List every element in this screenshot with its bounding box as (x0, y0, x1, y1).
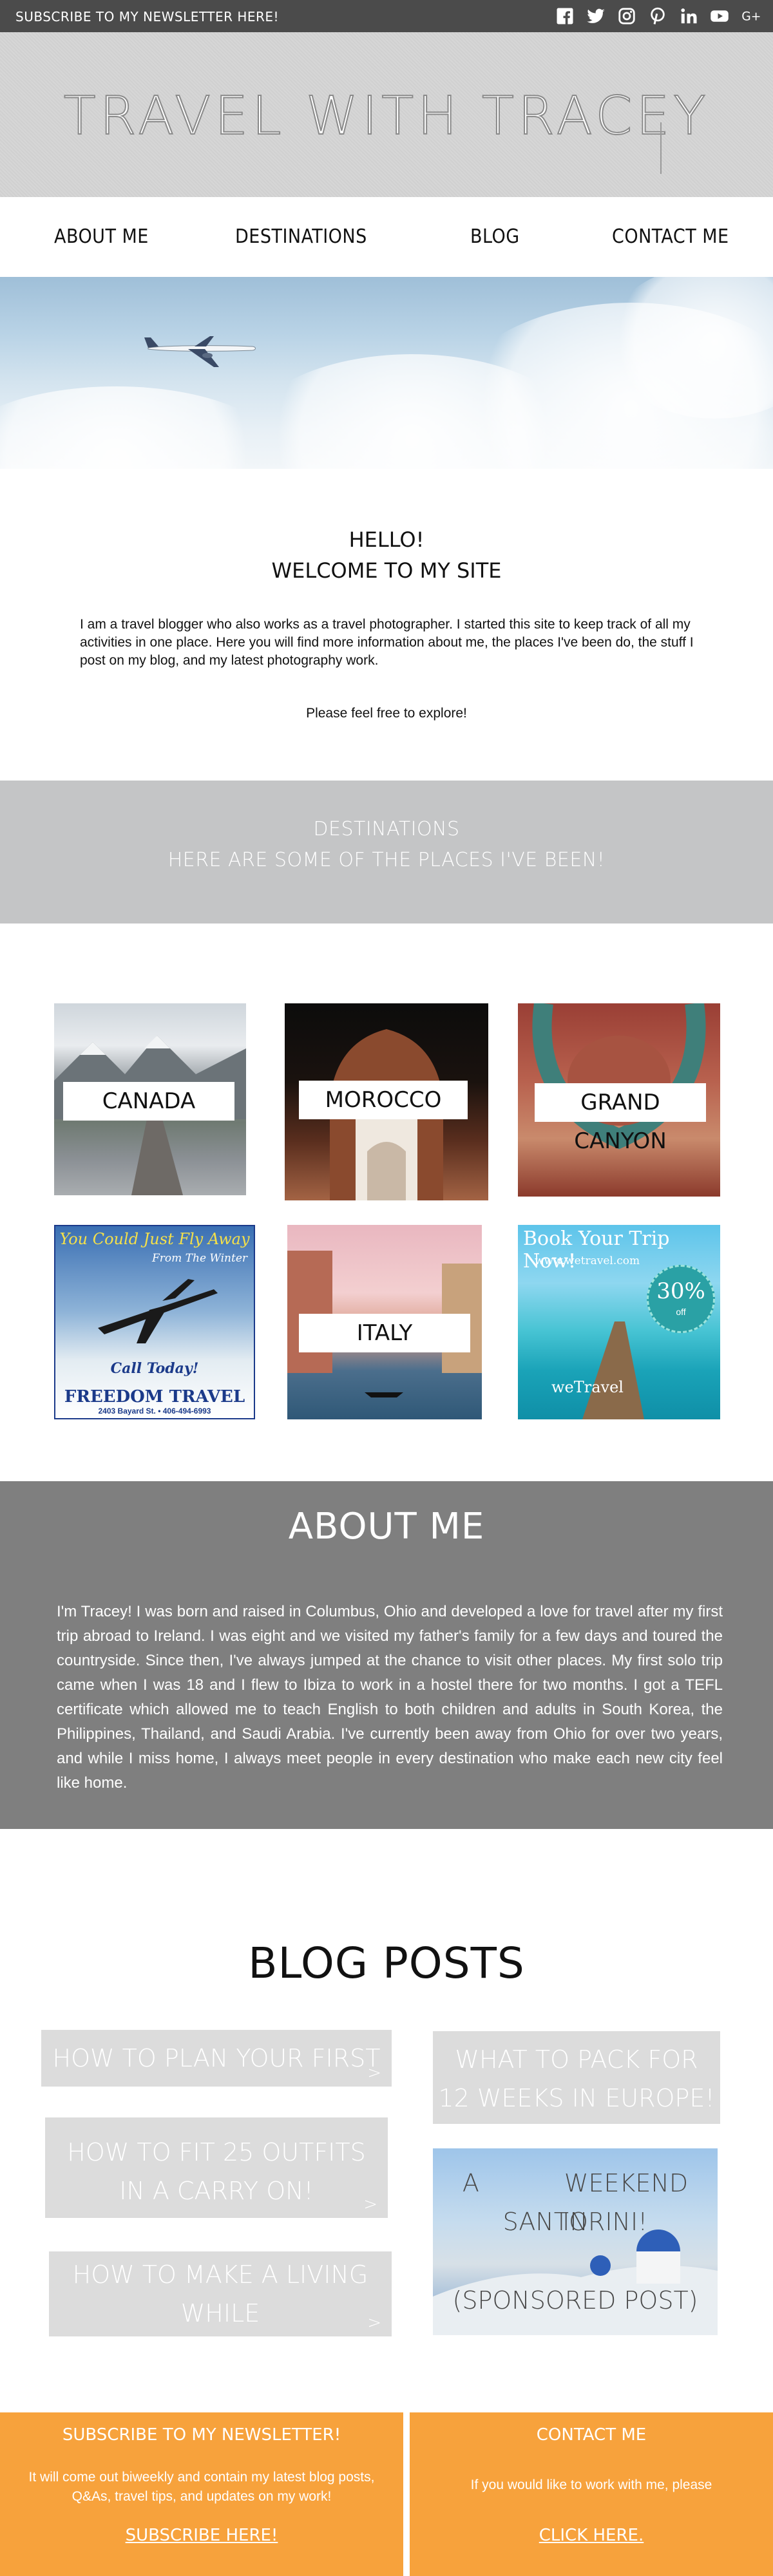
nav-destinations[interactable]: DESTINATIONS (235, 225, 367, 248)
tile-label-grand-canyon: GRAND CANYON (535, 1083, 706, 1154)
newsletter-desc-line2: Q&As, travel tips, and updates on my wor… (72, 2489, 332, 2504)
post-title-line2: TRAVELING. (148, 2338, 292, 2366)
contact-title: CONTACT ME (536, 2425, 647, 2445)
post-title-line1: WHAT TO PACK FOR (455, 2045, 698, 2074)
nav-about-me[interactable]: ABOUT ME (54, 225, 149, 248)
destinations-banner: DESTINATIONS HERE ARE SOME OF THE PLACES… (0, 781, 773, 923)
ad-cta: Call Today! (110, 1360, 199, 1377)
blog-post-santorini[interactable]: A WEEKEND IN SANTORINI! (SPONSORED POST) (433, 2148, 718, 2335)
google-plus-icon[interactable]: G+ (740, 5, 761, 27)
ad-headline: You Could Just Fly Away (59, 1230, 250, 1248)
site-header: TRAVEL WITH TRACEY (0, 32, 773, 197)
chevron-right-icon: > (363, 2195, 377, 2214)
chevron-right-icon: > (367, 2063, 381, 2083)
ad-freedom-travel[interactable]: You Could Just Fly Away From The Winter … (54, 1225, 255, 1419)
sponsored-label: (SPONSORED POST) (452, 2286, 698, 2315)
newsletter-desc-line1: It will come out biweekly and contain my… (28, 2470, 375, 2485)
destination-tiles: CANADA MOROCCO GRAND CANYON You Could Ju… (0, 923, 773, 1481)
destination-tile-grand-canyon[interactable]: GRAND CANYON (518, 1003, 720, 1197)
twitter-icon[interactable] (585, 5, 607, 27)
social-links: G+ (554, 5, 761, 27)
tile-label-italy: ITALY (299, 1314, 470, 1352)
nav-contact-me[interactable]: CONTACT ME (612, 225, 729, 248)
newsletter-title: SUBSCRIBE TO MY NEWSLETTER! (62, 2425, 341, 2445)
blog-heading: BLOG POSTS (248, 1938, 525, 1988)
blog-post-make-a-living[interactable]: HOW TO MAKE A LIVING WHILE TRAVELING. > (49, 2251, 392, 2366)
contact-link[interactable]: CLICK HERE. (410, 2526, 773, 2545)
post-title-line1: HOW TO MAKE A LIVING WHILE (72, 2260, 368, 2327)
pinterest-icon[interactable] (647, 5, 669, 27)
blog-section: BLOG POSTS HOW TO PLAN YOUR FIRST TRIP! … (0, 1829, 773, 2412)
post-title-line2: SANTORINI! (502, 2208, 648, 2236)
blog-post-plan-first-trip[interactable]: HOW TO PLAN YOUR FIRST TRIP! > (41, 2030, 392, 2111)
welcome-heading-hello: HELLO! (348, 527, 425, 552)
ad-subheadline: From The Winter (152, 1252, 248, 1265)
contact-desc: If you would like to work with me, pleas… (470, 2477, 712, 2492)
post-title: HOW TO PLAN YOUR FIRST TRIP! (52, 2044, 381, 2111)
destination-tile-canada[interactable]: CANADA (54, 1003, 246, 1195)
top-bar: SUBSCRIBE TO MY NEWSLETTER HERE! G+ (0, 0, 773, 32)
newsletter-signup-link[interactable]: SUBSCRIBE TO MY NEWSLETTER HERE! (15, 9, 279, 24)
tile-label-canada: CANADA (63, 1082, 234, 1121)
instagram-icon[interactable] (616, 5, 638, 27)
hero-sky-banner (0, 277, 773, 469)
subscribe-link[interactable]: SUBSCRIBE HERE! (0, 2526, 403, 2545)
post-title-line1: HOW TO FIT 25 OUTFITS (67, 2138, 366, 2166)
footer: SUBSCRIBE TO MY NEWSLETTER! It will come… (0, 2412, 773, 2576)
ad-address: 2403 Bayard St. • 406-494-6993 (98, 1406, 211, 1416)
main-navigation: ABOUT ME DESTINATIONS BLOG CONTACT ME (0, 197, 773, 277)
contact-box: CONTACT ME If you would like to work wit… (410, 2412, 773, 2576)
welcome-heading-site: WELCOME TO MY SITE (271, 558, 502, 583)
destination-tile-morocco[interactable]: MOROCCO (285, 1003, 488, 1200)
svg-text:G+: G+ (741, 10, 760, 23)
about-section: ABOUT ME I'm Tracey! I was born and rais… (0, 1481, 773, 1829)
newsletter-box: SUBSCRIBE TO MY NEWSLETTER! It will come… (0, 2412, 403, 2576)
destination-tile-italy[interactable]: ITALY (287, 1225, 482, 1419)
blog-post-what-to-pack[interactable]: WHAT TO PACK FOR 12 WEEKS IN EUROPE! (433, 2031, 720, 2124)
destinations-heading: DESTINATIONS (313, 818, 460, 840)
youtube-icon[interactable] (709, 5, 730, 27)
post-title-line2: 12 WEEKS IN EUROPE! (438, 2084, 715, 2112)
ad-brand: weTravel (551, 1378, 624, 1396)
ad-company-name: FREEDOM TRAVEL (64, 1387, 245, 1406)
airplane-icon (144, 336, 256, 367)
explore-text: Please feel free to explore! (306, 706, 467, 721)
cloud (0, 386, 283, 469)
linkedin-icon[interactable] (678, 5, 700, 27)
blog-post-25-outfits[interactable]: HOW TO FIT 25 OUTFITS IN A CARRY ON! > (45, 2117, 388, 2218)
about-body-text: I'm Tracey! I was born and raised in Col… (57, 1603, 723, 1792)
post-title-line2: IN A CARRY ON! (119, 2177, 314, 2205)
about-heading: ABOUT ME (288, 1506, 485, 1548)
facebook-icon[interactable] (554, 5, 576, 27)
nav-blog[interactable]: BLOG (470, 225, 520, 248)
title-underline-flourish (660, 122, 662, 174)
welcome-section: HELLO! WELCOME TO MY SITE I am a travel … (0, 469, 773, 781)
destinations-subheading: HERE ARE SOME OF THE PLACES I'VE BEEN! (167, 849, 606, 871)
tile-label-morocco: MOROCCO (299, 1081, 468, 1119)
ad-wetravel[interactable]: Book Your Trip Now! www.wetravel.com 30%… (518, 1225, 720, 1419)
welcome-intro-text: I am a travel blogger who also works as … (80, 617, 694, 668)
airplane-icon (98, 1279, 218, 1343)
chevron-right-icon: > (367, 2313, 381, 2333)
